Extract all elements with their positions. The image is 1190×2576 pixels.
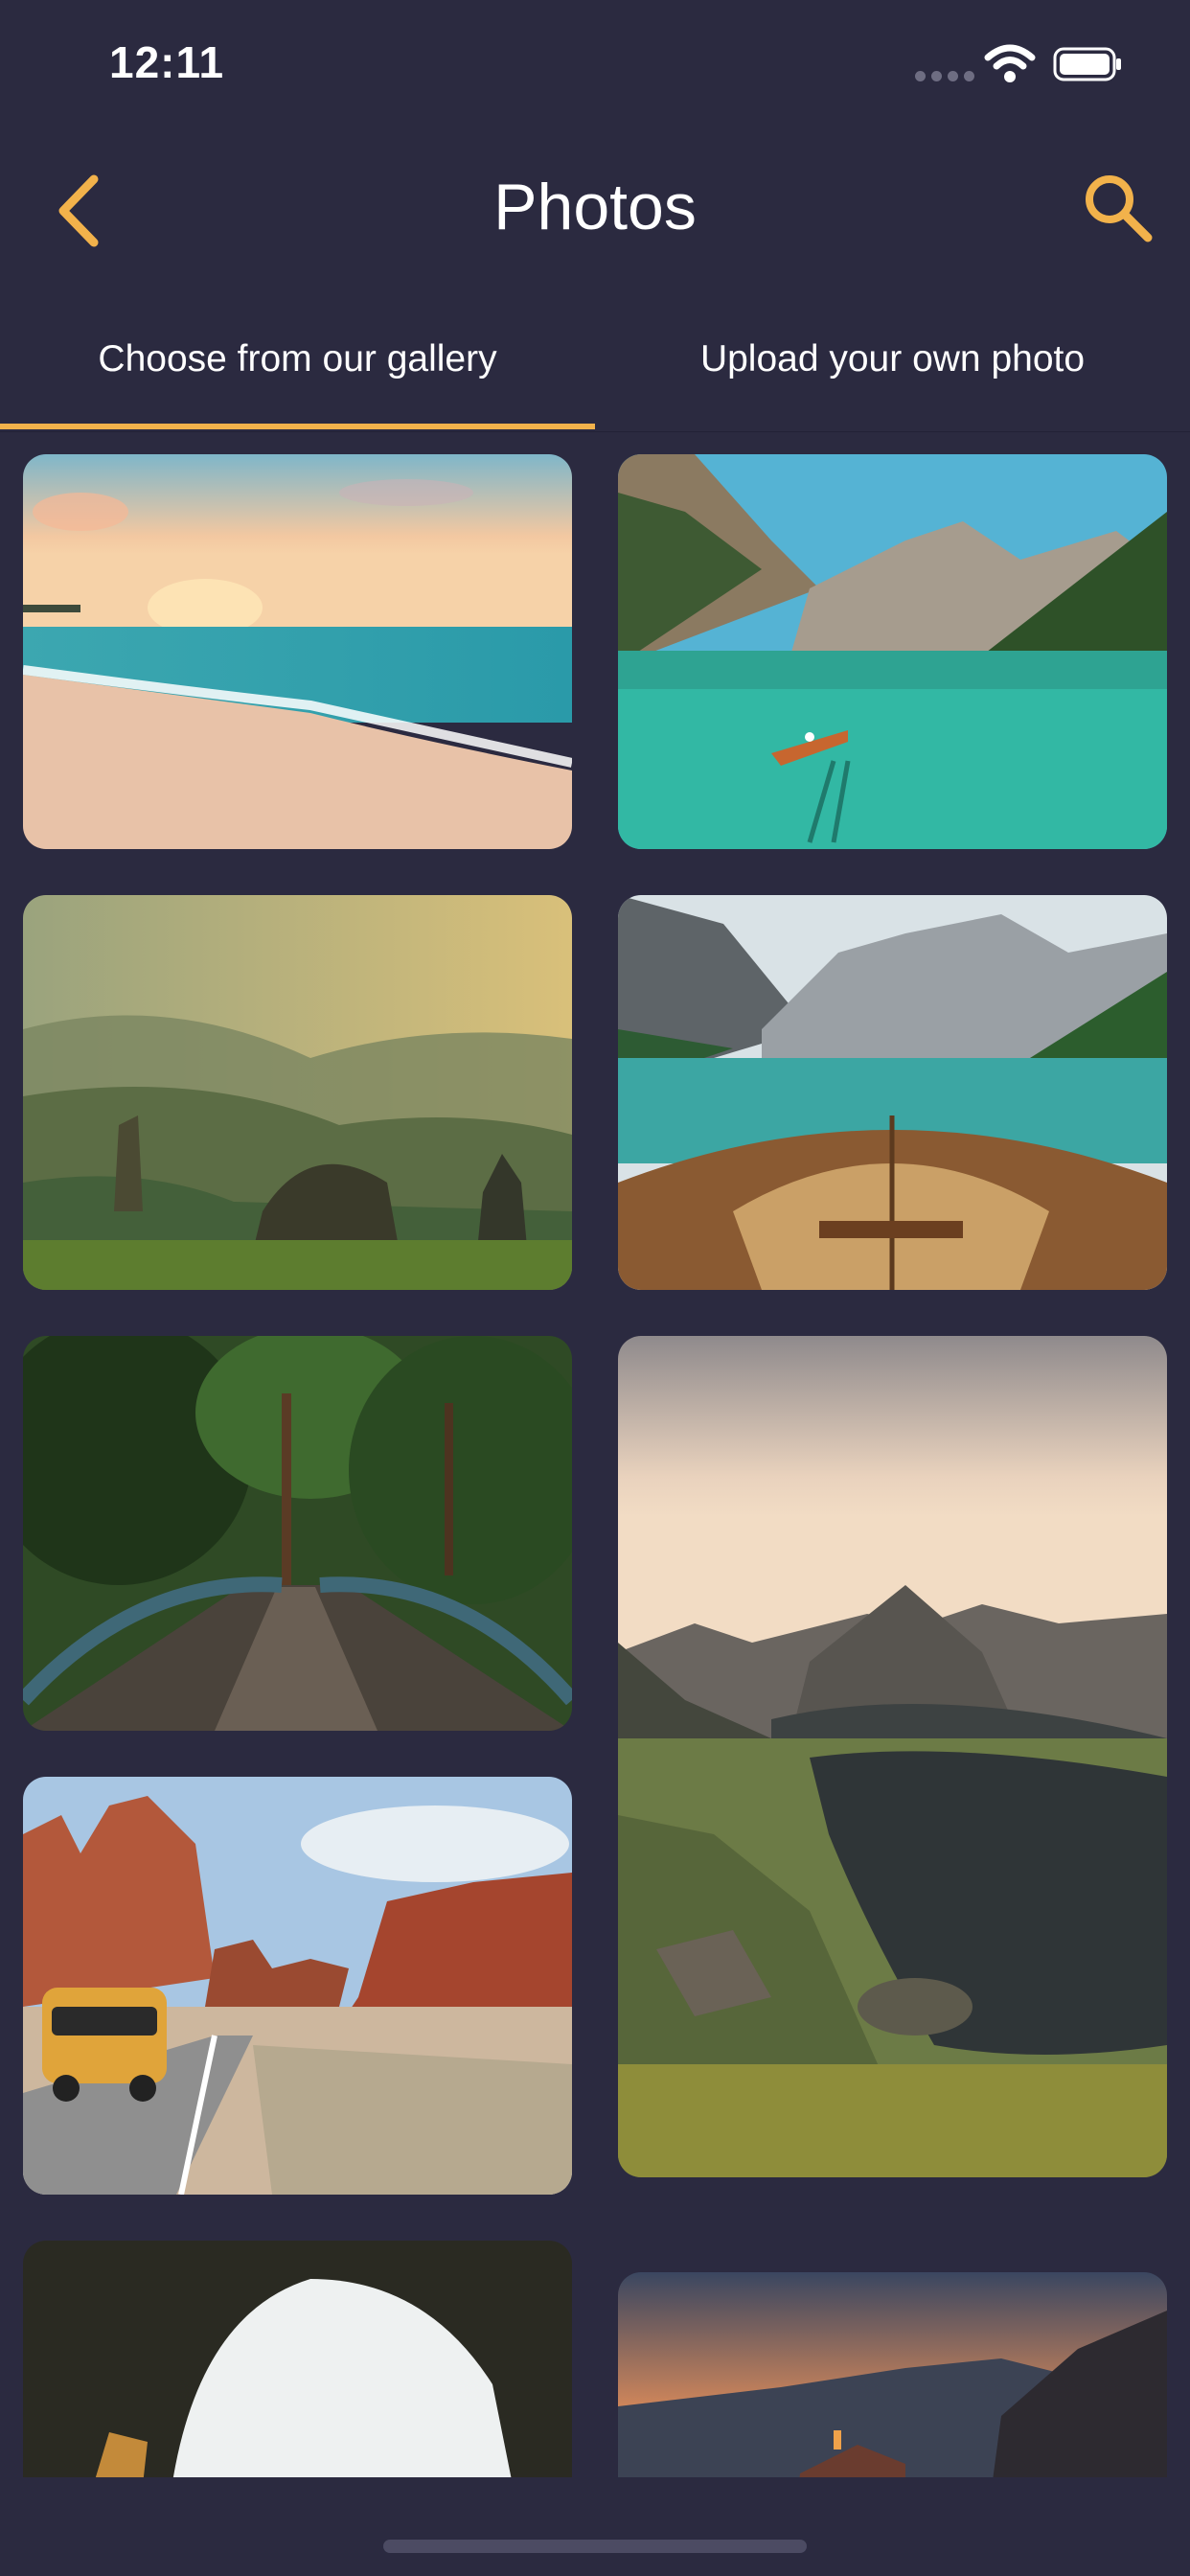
- page-title: Photos: [493, 171, 697, 243]
- battery-icon: [1053, 47, 1121, 81]
- photo-fjord-sunset[interactable]: [618, 1336, 1167, 2177]
- photo-boat-bow-lake[interactable]: [618, 895, 1167, 1290]
- photo-desert-van[interactable]: [23, 1777, 572, 2195]
- cellular-signal-icon: [915, 71, 974, 81]
- status-bar: 12:11: [0, 0, 1190, 129]
- search-icon[interactable]: [1081, 171, 1157, 247]
- nav-header: Photos: [0, 129, 1190, 288]
- photo-coastal-village[interactable]: [618, 2272, 1167, 2477]
- home-indicator: [383, 2540, 807, 2553]
- photo-grid: [0, 431, 1190, 2477]
- tab-gallery[interactable]: Choose from our gallery: [0, 288, 595, 427]
- photo-misty-mountains[interactable]: [23, 895, 572, 1290]
- photo-mountain-lake-boat[interactable]: [618, 454, 1167, 849]
- photo-beach-sunset[interactable]: [23, 454, 572, 849]
- tab-bar: Choose from our gallery Upload your own …: [0, 288, 1190, 432]
- photo-cave-arch[interactable]: [23, 2241, 572, 2477]
- active-tab-indicator: [0, 424, 595, 429]
- status-time: 12:11: [109, 37, 225, 87]
- photo-forest-bridge[interactable]: [23, 1336, 572, 1731]
- wifi-icon: [984, 44, 1036, 82]
- tab-upload[interactable]: Upload your own photo: [595, 288, 1190, 427]
